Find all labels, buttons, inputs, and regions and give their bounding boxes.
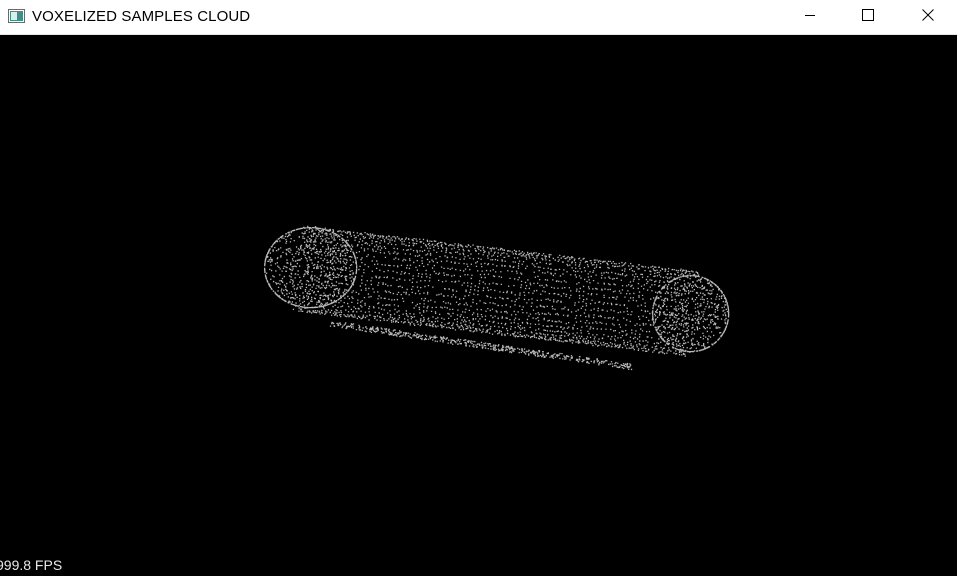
maximize-icon [862, 8, 874, 26]
maximize-button[interactable] [839, 0, 897, 34]
point-cloud-samples [264, 225, 730, 371]
title-bar[interactable]: VOXELIZED SAMPLES CLOUD [0, 0, 957, 35]
fps-counter: 999.8 FPS [0, 557, 63, 573]
close-button[interactable] [898, 0, 957, 34]
minimize-icon [804, 8, 816, 26]
window-title: VOXELIZED SAMPLES CLOUD [32, 8, 251, 25]
render-viewport[interactable] [0, 35, 957, 576]
app-window-icon [8, 9, 25, 23]
voxelized-point-cloud [264, 225, 730, 371]
app-window: VOXELIZED SAMPLES CLOUD 999.8 FPS [0, 0, 957, 576]
close-icon [921, 8, 934, 26]
minimize-button[interactable] [781, 0, 839, 34]
